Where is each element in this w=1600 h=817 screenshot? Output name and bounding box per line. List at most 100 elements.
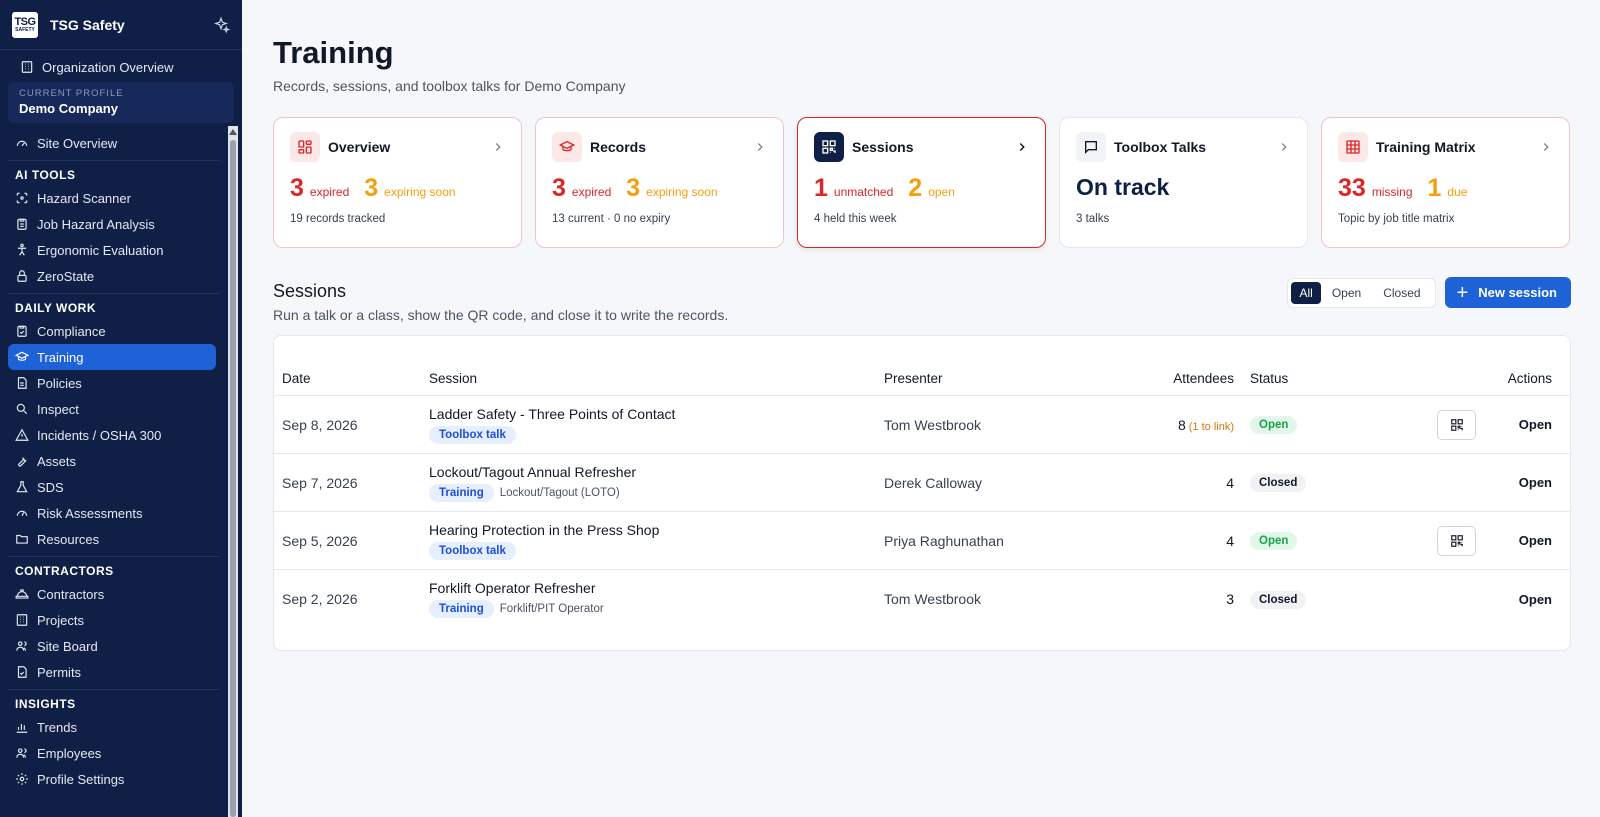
sidebar-item-employees[interactable]: Employees <box>0 740 220 766</box>
sidebar-item-incidents[interactable]: Incidents / OSHA 300 <box>0 422 220 448</box>
table-row[interactable]: Sep 7, 2026 Lockout/Tagout Annual Refres… <box>274 454 1570 512</box>
session-title[interactable]: Hearing Protection in the Press Shop <box>429 522 884 538</box>
document-icon <box>17 377 27 389</box>
sidebar-item-inspect[interactable]: Inspect <box>0 396 220 422</box>
sidebar-item-contractors[interactable]: Contractors <box>0 581 220 607</box>
folder-icon <box>16 534 28 544</box>
show-qr-button[interactable] <box>1437 525 1476 556</box>
open-session-button[interactable]: Open <box>1480 533 1560 548</box>
open-session-button[interactable]: Open <box>1480 417 1560 432</box>
ai-sparkle-icon[interactable] <box>212 15 230 34</box>
sidebar-item-zerostate[interactable]: ZeroState <box>0 263 220 289</box>
gauge-icon <box>16 510 28 517</box>
sidebar-item-permits[interactable]: Permits <box>0 659 220 685</box>
sidebar-item-site-board[interactable]: Site Board <box>0 633 220 659</box>
sidebar-item-compliance[interactable]: Compliance <box>0 318 220 344</box>
scroll-up-arrow-icon[interactable] <box>229 129 237 135</box>
sidebar-item-risk-assessments[interactable]: Risk Assessments <box>0 500 220 526</box>
session-date: Sep 8, 2026 <box>282 416 358 433</box>
toolbox-status: On track <box>1076 174 1170 200</box>
sidebar-item-label: ZeroState <box>37 268 95 284</box>
table-row[interactable]: Sep 2, 2026 Forklift Operator Refresher … <box>274 570 1570 628</box>
column-header-attendees[interactable]: Attendees <box>1134 371 1234 386</box>
card-overview[interactable]: Overview 3 expired 3 expiring soon 19 re… <box>273 117 522 248</box>
building-icon <box>21 61 33 73</box>
missing-count: 33 <box>1338 174 1366 202</box>
card-footer: 3 talks <box>1076 213 1110 225</box>
clipboard-icon <box>17 218 27 230</box>
presenter-name: Tom Westbrook <box>884 416 981 433</box>
current-profile-selector[interactable]: CURRENT PROFILE Demo Company <box>8 82 234 123</box>
card-training-matrix[interactable]: Training Matrix 33 missing 1 due Topic b… <box>1321 117 1570 248</box>
brand-logo-text: TSG <box>14 15 36 28</box>
show-qr-button[interactable] <box>1437 409 1476 440</box>
column-header-session[interactable]: Session <box>429 371 884 386</box>
session-title[interactable]: Ladder Safety - Three Points of Contact <box>429 406 884 422</box>
new-session-button[interactable]: + New session <box>1444 277 1571 308</box>
sidebar-nav: Site Overview AI TOOLS Hazard Scanner Jo… <box>0 126 228 817</box>
gauge-icon <box>16 140 28 147</box>
status-badge: Closed <box>1250 590 1307 609</box>
chevron-right-icon <box>1543 143 1549 151</box>
users-icon <box>16 748 27 758</box>
card-records[interactable]: Records 3 expired 3 expiring soon 13 cur… <box>535 117 784 248</box>
sidebar-item-hazard-scanner[interactable]: Hazard Scanner <box>0 185 220 211</box>
sidebar-item-policies[interactable]: Policies <box>0 370 220 396</box>
scrollbar-thumb[interactable] <box>230 140 236 817</box>
sidebar-item-profile-settings[interactable]: Profile Settings <box>0 766 220 792</box>
session-title[interactable]: Lockout/Tagout Annual Refresher <box>429 464 884 480</box>
expiring-count: 3 <box>626 174 641 202</box>
sidebar-item-trends[interactable]: Trends <box>0 714 220 740</box>
brand-logo-subtext: SAFETY <box>15 26 35 33</box>
org-overview-link[interactable]: Organization Overview <box>0 52 242 82</box>
column-header-actions: Actions <box>1507 370 1552 386</box>
open-session-button[interactable]: Open <box>1480 475 1560 490</box>
table-row[interactable]: Sep 5, 2026 Hearing Protection in the Pr… <box>274 512 1570 570</box>
expired-count: 3 <box>552 174 566 202</box>
building-icon <box>16 614 28 626</box>
session-topic: Lockout/Tagout (LOTO) <box>499 486 620 499</box>
brand-logo[interactable]: TSG SAFETY <box>12 11 38 38</box>
qr-code-icon <box>1450 534 1463 547</box>
page-subtitle: Records, sessions, and toolbox talks for… <box>273 78 626 94</box>
card-sessions[interactable]: Sessions 1 unmatched 2 open 4 held this … <box>797 117 1046 248</box>
session-type-tag: Toolbox talk <box>429 425 516 444</box>
sidebar-item-ergonomic-evaluation[interactable]: Ergonomic Evaluation <box>0 237 220 263</box>
link-note[interactable]: (1 to link) <box>1189 421 1234 433</box>
session-date: Sep 2, 2026 <box>282 591 358 607</box>
missing-label: missing <box>1371 185 1413 199</box>
due-label: due <box>1447 185 1468 199</box>
divider <box>8 160 220 161</box>
warning-triangle-icon <box>15 428 29 441</box>
filter-all[interactable]: All <box>1291 281 1321 304</box>
column-header-presenter[interactable]: Presenter <box>884 371 1134 386</box>
sidebar-item-label: Resources <box>37 531 100 547</box>
sidebar-item-label: SDS <box>37 479 64 495</box>
status-badge: Closed <box>1250 474 1307 492</box>
sidebar-item-resources[interactable]: Resources <box>0 526 220 552</box>
filter-closed[interactable]: Closed <box>1372 282 1431 304</box>
card-footer: 13 current · 0 no expiry <box>552 213 671 225</box>
sidebar-item-sds[interactable]: SDS <box>0 474 220 500</box>
unmatched-count: 1 <box>814 174 828 202</box>
column-header-status[interactable]: Status <box>1234 371 1437 386</box>
sidebar-item-job-hazard-analysis[interactable]: Job Hazard Analysis <box>0 211 220 237</box>
sidebar-item-label: Inspect <box>37 401 79 417</box>
sidebar-item-label: Training <box>37 349 84 365</box>
chevron-right-icon <box>495 143 501 151</box>
session-title[interactable]: Forklift Operator Refresher <box>429 580 884 596</box>
sidebar-item-label: Site Board <box>37 638 98 654</box>
sidebar-item-projects[interactable]: Projects <box>0 607 220 633</box>
filter-open[interactable]: Open <box>1321 282 1372 304</box>
status-filter: All Open Closed <box>1287 277 1436 308</box>
divider <box>8 293 220 294</box>
sidebar-item-training[interactable]: Training <box>8 344 216 370</box>
sidebar-scrollbar[interactable] <box>228 126 238 817</box>
sidebar-item-assets[interactable]: Assets <box>0 448 220 474</box>
column-header-date[interactable]: Date <box>274 371 429 386</box>
open-session-button[interactable]: Open <box>1480 592 1560 607</box>
table-row[interactable]: Sep 8, 2026 Ladder Safety - Three Points… <box>274 396 1570 454</box>
sidebar-item-label: Employees <box>37 745 102 761</box>
sidebar-item-site-overview[interactable]: Site Overview <box>0 130 220 156</box>
card-toolbox-talks[interactable]: Toolbox Talks On track 3 talks <box>1059 117 1308 248</box>
